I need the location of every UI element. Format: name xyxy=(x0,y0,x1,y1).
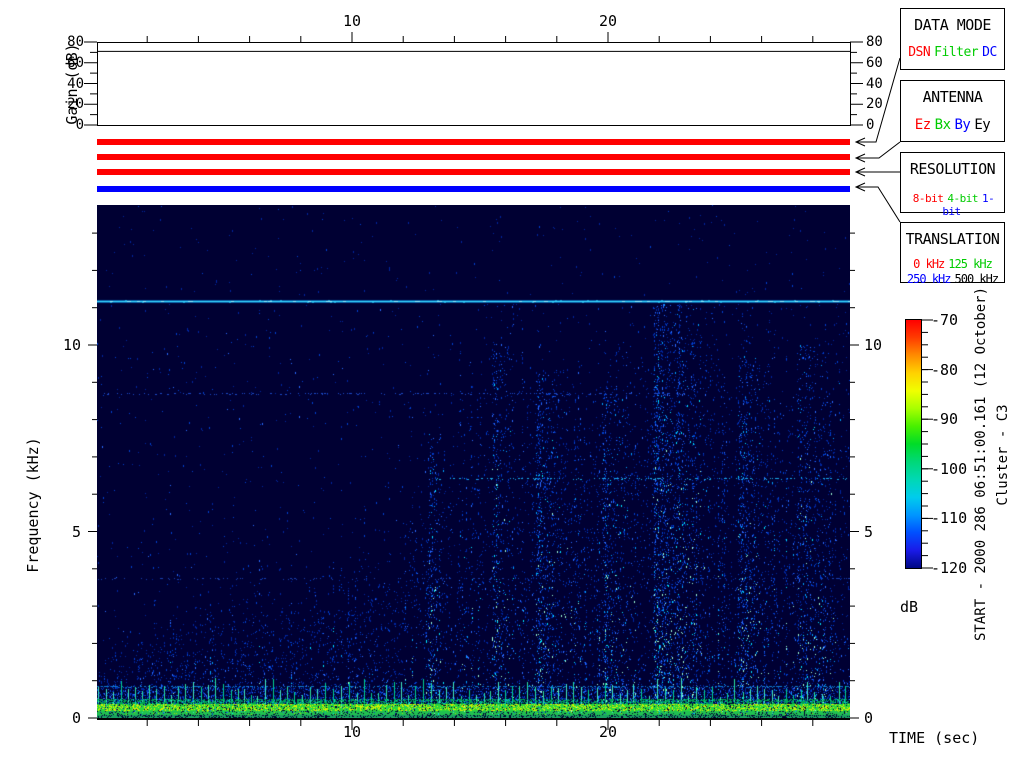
option-0khz: 0 kHz xyxy=(913,257,944,271)
gain-tick-label-right: 20 xyxy=(866,96,883,112)
freq-tick-label-right: 0 xyxy=(864,709,873,727)
colorbar-tick-label: -80 xyxy=(931,361,958,379)
panel-translation: TRANSLATION 0 kHz 125 kHz 250 kHz 500 kHz xyxy=(900,222,1005,283)
panel-data-mode-title: DATA MODE xyxy=(901,16,1004,34)
spectrogram-canvas xyxy=(97,205,850,718)
gain-tick-label-right: 40 xyxy=(866,76,883,92)
option-by: By xyxy=(955,117,971,133)
colorbar-tick-label: -100 xyxy=(931,460,967,478)
gain-tick-label: 60 xyxy=(24,55,84,71)
panel-resolution: RESOLUTION 8-bit4-bit1-bit xyxy=(900,152,1005,213)
option-8bit: 8-bit xyxy=(913,192,944,205)
colorbar-tick-label: -90 xyxy=(931,410,958,428)
option-dsn: DSN xyxy=(908,45,930,60)
top-time-tick-label: 10 xyxy=(322,12,382,30)
freq-tick-label: 10 xyxy=(21,336,81,354)
panel-data-mode: DATA MODE DSN Filter DC xyxy=(900,8,1005,70)
freq-tick-label-right: 5 xyxy=(864,523,873,541)
option-500khz: 500 kHz xyxy=(955,272,999,286)
spacecraft-annotation: Cluster - C3 xyxy=(995,404,1011,505)
wbd-spectrogram-display: Gain (dB) Frequency (kHz) TIME (sec) dB … xyxy=(0,0,1024,768)
status-bar-resolution xyxy=(97,169,850,175)
frequency-axis-title: Frequency (kHz) xyxy=(24,437,42,572)
option-ey: Ey xyxy=(974,117,990,133)
status-bar-translation xyxy=(97,186,850,192)
freq-tick-label-right: 10 xyxy=(864,336,882,354)
start-time-annotation: START - 2000 286 06:51:00.161 (12 Octobe… xyxy=(973,287,989,641)
gain-tick-label: 20 xyxy=(24,96,84,112)
panel-antenna: ANTENNA EzBxByEy xyxy=(900,80,1005,142)
colorbar-tick-label: -70 xyxy=(931,311,958,329)
option-4bit: 4-bit xyxy=(947,192,978,205)
bottom-time-tick-label: 10 xyxy=(322,723,382,741)
gain-tick-label: 40 xyxy=(24,76,84,92)
option-dc: DC xyxy=(982,45,997,60)
freq-tick-label: 0 xyxy=(21,709,81,727)
colorbar-units-label: dB xyxy=(900,598,918,616)
gain-tick-label: 80 xyxy=(24,34,84,50)
option-125khz: 125 kHz xyxy=(948,257,992,271)
colorbar-tick-label: -110 xyxy=(931,509,967,527)
option-filter: Filter xyxy=(934,45,978,60)
top-time-tick-label: 20 xyxy=(578,12,638,30)
status-bar-antenna xyxy=(97,154,850,160)
gain-tick-label-right: 80 xyxy=(866,34,883,50)
bottom-time-tick-label: 20 xyxy=(578,723,638,741)
option-250khz: 250 kHz xyxy=(907,272,951,286)
gain-tick-label: 0 xyxy=(24,117,84,133)
option-ez: Ez xyxy=(915,117,931,133)
colorbar-tick-label: -120 xyxy=(931,559,967,577)
panel-resolution-title: RESOLUTION xyxy=(901,160,1004,178)
freq-tick-label: 5 xyxy=(21,523,81,541)
gain-tick-label-right: 60 xyxy=(866,55,883,71)
gain-tick-label-right: 0 xyxy=(866,117,874,133)
panel-translation-title: TRANSLATION xyxy=(901,230,1004,248)
option-bx: Bx xyxy=(935,117,951,133)
status-bar-data-mode xyxy=(97,139,850,145)
colorbar xyxy=(905,319,922,569)
time-axis-title: TIME (sec) xyxy=(889,729,979,747)
panel-antenna-title: ANTENNA xyxy=(901,88,1004,106)
